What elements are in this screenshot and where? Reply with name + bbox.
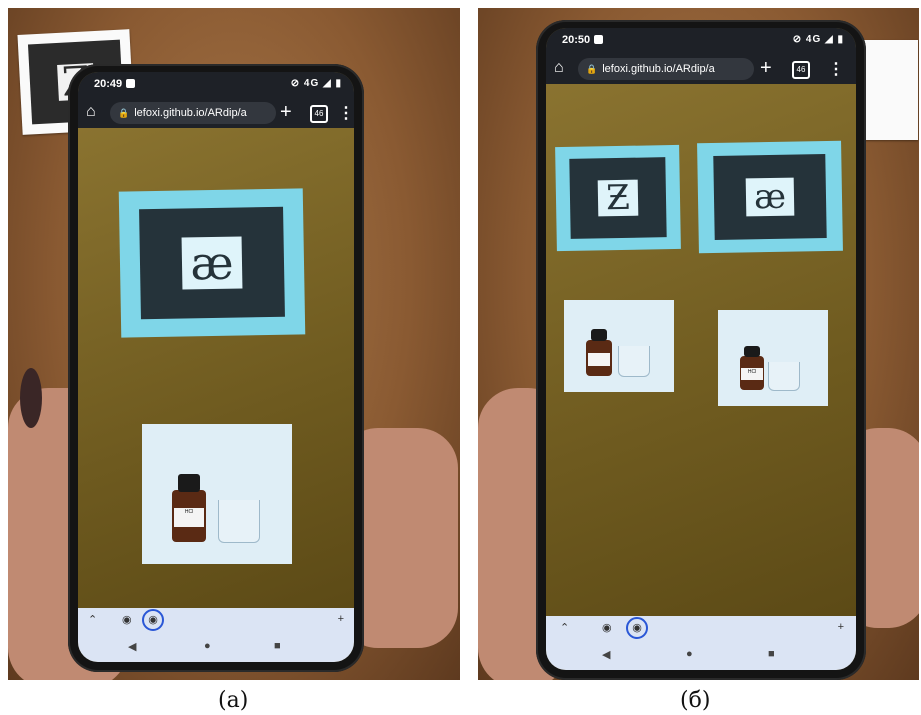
active-tab-icon[interactable]: ◉	[142, 609, 164, 631]
back-icon[interactable]: ◀	[128, 640, 136, 653]
notification-icon	[126, 79, 135, 88]
ar-marker: æ	[118, 188, 306, 338]
lock-icon: 🔒	[586, 63, 598, 74]
url-text: lefoxi.github.io/ARdip/a	[602, 63, 715, 75]
home-icon[interactable]: ⌂	[86, 103, 96, 121]
plus-icon[interactable]: +	[280, 101, 292, 124]
reagent-bottle-right: HCl	[740, 345, 764, 390]
menu-icon[interactable]: ⋮	[338, 103, 354, 123]
tabs-icon[interactable]: 46	[792, 61, 810, 79]
caption-b: (б)	[680, 688, 711, 713]
tab-icon[interactable]: ◉	[122, 613, 132, 626]
system-nav-bar: ◀ ● ■	[546, 640, 856, 670]
ar-marker-left: Ƶ	[555, 144, 681, 252]
smartphone-b: 20:50 ⊘ 4G ◢ ▮ ⌂ 🔒 lefoxi.github.io/ARdi…	[536, 20, 866, 680]
home-nav-icon[interactable]: ●	[686, 648, 693, 660]
url-text: lefoxi.github.io/ARdip/a	[134, 107, 247, 119]
home-nav-icon[interactable]: ●	[204, 640, 211, 652]
signal-indicator: ⊘ 4G ◢ ▮	[290, 78, 342, 89]
home-icon[interactable]: ⌂	[554, 59, 564, 77]
recents-icon[interactable]: ■	[274, 640, 281, 652]
beaker-left	[618, 346, 650, 377]
lock-icon: 🔒	[118, 107, 130, 118]
tab-icon[interactable]: ◉	[602, 621, 612, 634]
beaker	[218, 500, 260, 543]
bottle-label-right: HCl	[741, 367, 763, 381]
new-tab-icon[interactable]: +	[338, 613, 344, 625]
reagent-bottle-left	[586, 329, 612, 376]
recents-icon[interactable]: ■	[768, 648, 775, 660]
bottle-label: HCl	[174, 508, 204, 527]
chevron-up-icon[interactable]: ⌃	[88, 613, 97, 626]
smartphone-a: 20:49 ⊘ 4G ◢ ▮ ⌂ 🔒 lefoxi.github.io/ARdi…	[68, 64, 364, 672]
new-tab-icon[interactable]: +	[838, 621, 844, 633]
status-bar: 20:49 ⊘ 4G ◢ ▮	[78, 72, 354, 98]
menu-icon[interactable]: ⋮	[828, 59, 844, 79]
ar-marker-right: æ	[697, 140, 843, 254]
camera-view: æ HCl	[78, 128, 354, 608]
browser-toolbar: ⌂ 🔒 lefoxi.github.io/ARdip/a + 46 ⋮	[78, 98, 354, 128]
camera-view: Ƶ æ HCl	[546, 84, 856, 616]
clock: 20:49	[94, 78, 123, 90]
system-nav-bar: ◀ ● ■	[78, 632, 354, 662]
caption-a: (а)	[218, 688, 249, 713]
notification-icon	[594, 35, 603, 44]
active-tab-icon[interactable]: ◉	[626, 617, 648, 639]
back-icon[interactable]: ◀	[602, 648, 610, 661]
bottle-label-left	[587, 352, 611, 366]
marker-glyph-left: Ƶ	[597, 178, 639, 218]
ar-overlay-image-left	[564, 300, 674, 392]
tab-toolbar: ⌃ ◉ ◉ +	[78, 608, 354, 632]
signal-indicator: ⊘ 4G ◢ ▮	[792, 34, 844, 45]
tab-toolbar: ⌃ ◉ ◉ +	[546, 616, 856, 640]
browser-toolbar: ⌂ 🔒 lefoxi.github.io/ARdip/a + 46 ⋮	[546, 54, 856, 84]
phone-screen-b: 20:50 ⊘ 4G ◢ ▮ ⌂ 🔒 lefoxi.github.io/ARdi…	[546, 28, 856, 670]
ar-overlay-image-right: HCl	[718, 310, 828, 406]
beaker-right	[768, 362, 800, 391]
tabs-icon[interactable]: 46	[310, 105, 328, 123]
plus-icon[interactable]: +	[760, 57, 772, 80]
chevron-up-icon[interactable]: ⌃	[560, 621, 569, 634]
reagent-bottle: HCl	[172, 474, 206, 542]
phone-screen-a: 20:49 ⊘ 4G ◢ ▮ ⌂ 🔒 lefoxi.github.io/ARdi…	[78, 72, 354, 662]
status-bar: 20:50 ⊘ 4G ◢ ▮	[546, 28, 856, 54]
marker-glyph-right: æ	[746, 177, 794, 217]
photo-panel-b: 20:50 ⊘ 4G ◢ ▮ ⌂ 🔒 lefoxi.github.io/ARdi…	[478, 8, 919, 680]
clock: 20:50	[562, 34, 591, 46]
address-bar[interactable]: 🔒 lefoxi.github.io/ARdip/a	[578, 58, 754, 80]
photo-panel-a: Z 20:49 ⊘ 4G ◢ ▮ ⌂ 🔒 lefoxi.github.io/AR…	[8, 8, 460, 680]
marker-glyph: æ	[181, 236, 243, 290]
address-bar[interactable]: 🔒 lefoxi.github.io/ARdip/a	[110, 102, 276, 124]
ar-overlay-image: HCl	[142, 424, 292, 564]
fingernail	[20, 368, 42, 428]
